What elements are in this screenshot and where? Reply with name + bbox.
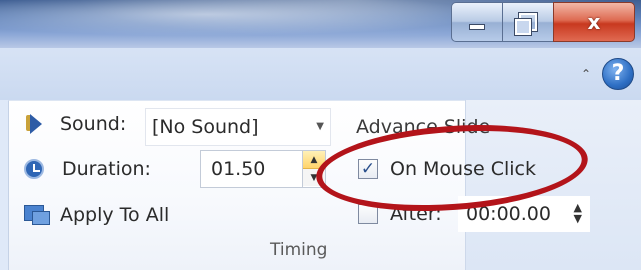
sound-row: Sound: xyxy=(24,112,126,136)
sound-label: Sound: xyxy=(60,113,127,135)
after-spin-down-button[interactable]: ▼ xyxy=(574,213,582,224)
timing-group-label: Timing xyxy=(270,240,328,260)
ribbon-tab-band xyxy=(0,48,641,100)
after-spin-buttons: ▲ ▼ xyxy=(574,202,582,224)
apply-to-all-label: Apply To All xyxy=(60,204,170,226)
collapse-ribbon-button[interactable]: ⌃ xyxy=(578,66,594,82)
minimize-button[interactable] xyxy=(451,2,503,42)
restore-button[interactable] xyxy=(502,2,554,42)
apply-to-all-button[interactable]: Apply To All xyxy=(22,203,169,227)
window-controls: x xyxy=(451,2,635,44)
duration-row: Duration: xyxy=(24,158,151,180)
duration-stepper[interactable]: 01.50 ▲ ▼ xyxy=(200,150,326,188)
powerpoint-ribbon-window: x ⌃ ? Sound: [No Sound] ▼ Duration: 01.5… xyxy=(0,0,641,270)
help-icon: ? xyxy=(611,61,625,86)
minimize-icon xyxy=(469,24,485,30)
sound-dropdown[interactable]: [No Sound] ▼ xyxy=(145,108,331,146)
sound-dropdown-value: [No Sound] xyxy=(152,116,259,138)
sound-icon xyxy=(24,112,46,136)
help-button[interactable]: ? xyxy=(602,58,634,90)
close-icon: x xyxy=(587,10,601,34)
dropdown-arrow-icon: ▼ xyxy=(316,121,324,132)
duration-value: 01.50 xyxy=(211,158,266,180)
clock-icon xyxy=(24,159,44,179)
restore-icon xyxy=(514,12,538,36)
duration-label: Duration: xyxy=(62,158,151,180)
apply-to-all-icon xyxy=(22,203,52,227)
chevron-up-icon: ⌃ xyxy=(580,67,592,81)
title-bar: x xyxy=(0,0,641,48)
close-button[interactable]: x xyxy=(553,2,635,42)
